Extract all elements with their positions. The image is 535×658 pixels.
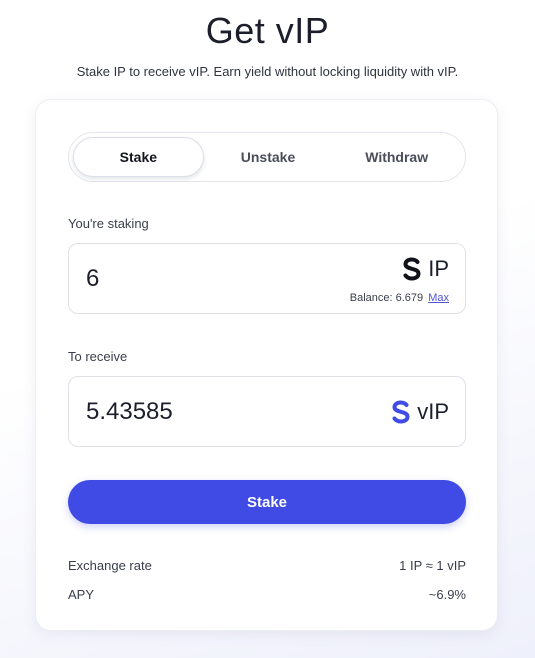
exchange-rate-label: Exchange rate xyxy=(68,558,152,573)
vip-logo-icon xyxy=(391,400,411,424)
apy-value: ~6.9% xyxy=(428,587,466,602)
staking-field: IP Balance: 6.679 Max xyxy=(68,243,466,314)
staking-token-symbol: IP xyxy=(428,256,449,281)
stake-button[interactable]: Stake xyxy=(68,480,466,524)
staking-label: You're staking xyxy=(68,216,149,231)
tab-stake[interactable]: Stake xyxy=(73,137,204,177)
receive-token: vIP xyxy=(391,399,449,425)
receive-amount: 5.43585 xyxy=(86,398,173,425)
page-subtitle: Stake IP to receive vIP. Earn yield with… xyxy=(76,64,459,79)
max-button[interactable]: Max xyxy=(428,292,449,304)
receive-token-symbol: vIP xyxy=(417,399,449,424)
apy-row: APY ~6.9% xyxy=(68,587,466,602)
balance-readout: Balance: 6.679 Max xyxy=(350,292,449,304)
page-title: Get vIP xyxy=(205,10,330,51)
tab-withdraw[interactable]: Withdraw xyxy=(332,137,461,177)
exchange-rate-row: Exchange rate 1 IP ≈ 1 vIP xyxy=(68,558,466,573)
stake-card: Stake Unstake Withdraw You're staking IP… xyxy=(35,99,498,631)
receive-field: 5.43585 vIP xyxy=(68,376,466,447)
tab-unstake[interactable]: Unstake xyxy=(204,137,333,177)
receive-label: To receive xyxy=(68,349,128,364)
exchange-rate-value: 1 IP ≈ 1 vIP xyxy=(399,558,466,573)
staking-amount-input[interactable] xyxy=(86,265,326,293)
balance-text: Balance: 6.679 xyxy=(349,292,424,304)
ip-logo-icon xyxy=(402,257,422,281)
tab-bar: Stake Unstake Withdraw xyxy=(68,132,466,182)
staking-token: IP xyxy=(402,256,449,282)
apy-label: APY xyxy=(68,587,95,602)
